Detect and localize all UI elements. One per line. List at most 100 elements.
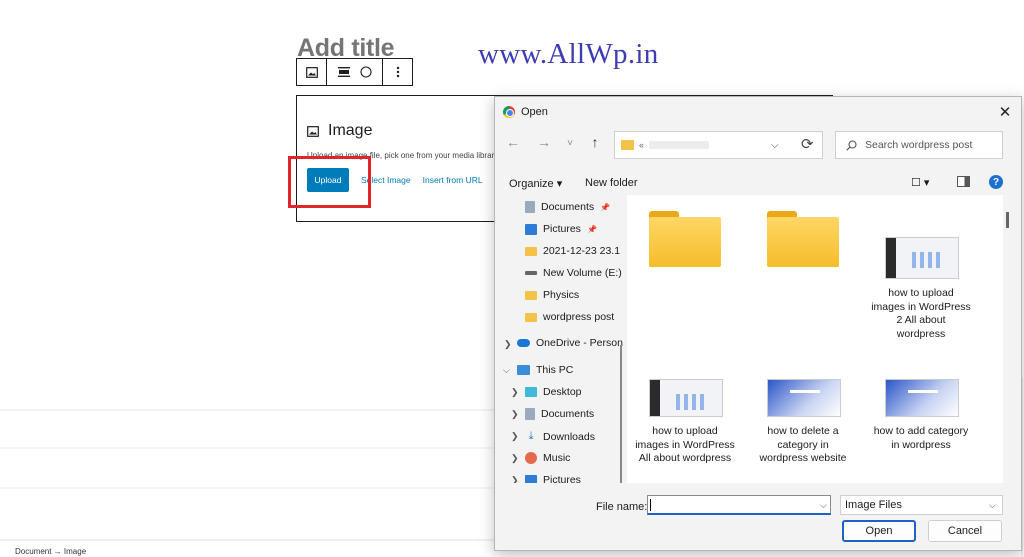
up-arrow-icon[interactable]: ↑	[586, 134, 604, 150]
help-icon[interactable]: ?	[989, 175, 1003, 189]
back-arrow-icon[interactable]: ←	[504, 134, 522, 150]
dialog-title-bar: Open	[503, 106, 548, 118]
nav-item-music[interactable]: Music	[525, 452, 570, 464]
pin-icon: 📌	[600, 202, 611, 212]
nav-item-pictures[interactable]: Pictures 📌	[525, 223, 597, 235]
nav-item-label: Pictures	[543, 223, 581, 235]
nav-item-new-volume[interactable]: New Volume (E:)	[525, 267, 622, 279]
upload-highlight-box	[288, 156, 371, 208]
nav-item-label: Documents	[541, 201, 595, 213]
image-icon	[305, 66, 318, 78]
more-options-icon	[396, 66, 399, 78]
folder-item[interactable]	[635, 211, 735, 291]
nav-item-label: Desktop	[543, 386, 582, 398]
expand-chevron-icon[interactable]: ❯	[511, 387, 519, 398]
search-placeholder: Search wordpress post	[865, 139, 973, 151]
chevron-down-icon[interactable]: ⌵	[989, 500, 996, 511]
nav-item-label: wordpress post	[543, 311, 615, 323]
align-icon[interactable]	[337, 67, 350, 77]
nav-item-this-pc[interactable]: This PC	[517, 364, 573, 376]
downloads-icon: ⤓	[528, 430, 534, 442]
this-pc-icon	[517, 365, 530, 375]
view-options-icon[interactable]: ☐ ▾	[911, 176, 929, 189]
image-thumbnail	[885, 237, 959, 279]
nav-item-documents[interactable]: Documents 📌	[525, 201, 610, 213]
insert-from-url-link[interactable]: Insert from URL	[423, 175, 483, 185]
chrome-icon	[503, 106, 515, 118]
preview-pane-icon[interactable]	[957, 176, 970, 187]
navigation-pane: Documents 📌 Pictures 📌 2021-12-23 23.1 N…	[495, 195, 625, 483]
site-watermark: www.AllWp.in	[478, 38, 659, 70]
file-label: how to upload images in WordPress All ab…	[635, 425, 735, 464]
image-file-item[interactable]: how to upload images in WordPress 2 All …	[871, 237, 971, 340]
pictures-icon	[525, 223, 537, 235]
expand-chevron-icon[interactable]: ❯	[511, 453, 519, 464]
new-folder-button[interactable]: New folder	[585, 177, 638, 189]
nav-item-pictures-pc[interactable]: Pictures	[525, 474, 581, 483]
nav-item-label: This PC	[536, 364, 574, 376]
nav-item-onedrive[interactable]: OneDrive - Person	[517, 337, 623, 349]
image-thumbnail	[649, 379, 723, 417]
nav-item-label: Downloads	[543, 430, 595, 443]
address-path-redacted	[649, 141, 710, 149]
search-box[interactable]: Search wordpress post	[835, 131, 1003, 159]
expand-chevron-icon[interactable]: ❯	[511, 475, 519, 483]
folder-icon	[621, 140, 634, 150]
navigation-scrollbar[interactable]	[620, 345, 622, 483]
nav-item-label: OneDrive - Person	[536, 337, 623, 349]
file-type-select[interactable]: Image Files	[840, 495, 1003, 515]
file-name-input[interactable]	[647, 495, 831, 515]
dialog-title: Open	[521, 106, 548, 118]
nav-item-label: Physics	[543, 289, 580, 301]
address-bar[interactable]: «	[614, 131, 823, 159]
nav-item-wordpress-post[interactable]: wordpress post	[525, 311, 614, 323]
cancel-button[interactable]: Cancel	[928, 520, 1002, 542]
chevron-down-icon[interactable]: ⌵	[820, 500, 827, 511]
block-breadcrumb[interactable]: Document → Image	[15, 547, 86, 556]
organize-menu[interactable]: Organize ▾	[509, 177, 562, 190]
open-button[interactable]: Open	[842, 520, 916, 542]
folder-item[interactable]	[753, 211, 853, 291]
nav-item-downloads[interactable]: ⤓ Downloads	[525, 430, 595, 443]
nav-item-label: New Volume (E:)	[543, 267, 622, 279]
file-name-label: File name:	[596, 501, 648, 513]
file-view-scrollbar[interactable]	[1006, 212, 1009, 228]
image-block-header: Image	[307, 122, 372, 140]
file-label: how to upload images in WordPress 2 All …	[871, 287, 971, 340]
nav-item-label: Music	[543, 452, 571, 464]
file-label: how to delete a category in wordpress we…	[759, 425, 847, 464]
documents-icon	[525, 408, 535, 420]
align-and-style-group	[327, 59, 383, 85]
nav-item-documents-pc[interactable]: Documents	[525, 408, 594, 420]
recent-locations-chevron-icon[interactable]: ˅	[561, 138, 579, 149]
expand-chevron-icon[interactable]: ❯	[511, 431, 519, 442]
nav-item-2021-12-23-folder[interactable]: 2021-12-23 23.1	[525, 245, 620, 257]
nav-item-label: Pictures	[543, 474, 581, 483]
image-file-item[interactable]: how to upload images in WordPress All ab…	[635, 379, 735, 479]
forward-arrow-icon[interactable]: →	[535, 134, 553, 150]
nav-item-physics[interactable]: Physics	[525, 289, 579, 301]
expand-chevron-icon[interactable]: ❯	[511, 409, 519, 420]
expand-chevron-icon[interactable]: ❯	[504, 339, 512, 350]
refresh-icon[interactable]: ⟳	[801, 135, 814, 153]
nav-item-desktop[interactable]: Desktop	[525, 386, 582, 398]
image-thumbnail	[767, 379, 841, 417]
nav-item-label: 2021-12-23 23.1	[543, 245, 621, 257]
block-toolbar	[296, 58, 413, 86]
image-icon	[307, 125, 319, 137]
pin-icon: 📌	[586, 224, 597, 234]
image-thumbnail	[885, 379, 959, 417]
folder-icon	[525, 246, 537, 256]
image-file-item[interactable]: how to add category in wordpress	[871, 379, 971, 479]
search-icon	[846, 139, 857, 151]
collapse-chevron-icon[interactable]: ⌵	[503, 365, 510, 376]
image-block-button[interactable]	[297, 59, 327, 85]
chevron-down-icon[interactable]: ⌵	[771, 140, 779, 151]
drive-icon	[525, 271, 537, 275]
close-icon[interactable]: ✕	[994, 102, 1016, 122]
image-file-item[interactable]: how to delete a category in wordpress we…	[753, 379, 853, 479]
folder-icon	[767, 211, 839, 267]
pictures-icon	[525, 474, 537, 483]
more-options-button[interactable]	[383, 59, 412, 85]
circle-icon[interactable]	[359, 66, 372, 78]
